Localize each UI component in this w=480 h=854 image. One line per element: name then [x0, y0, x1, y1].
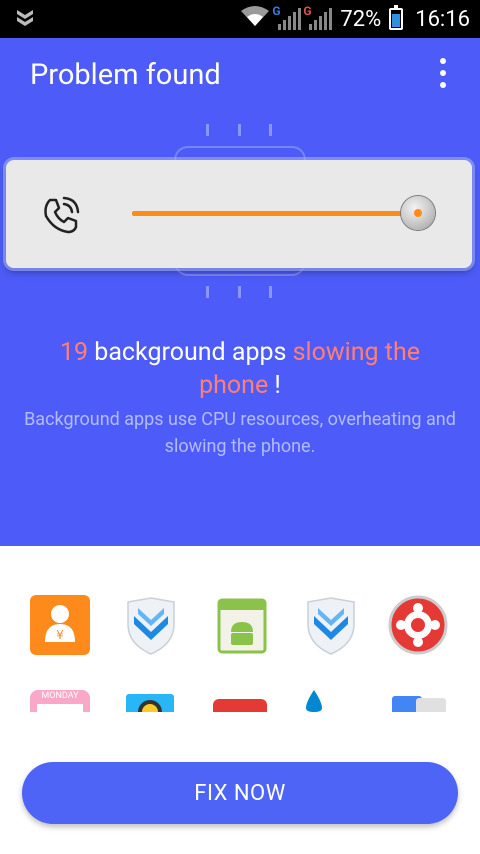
progress-knob	[401, 196, 435, 230]
chip-pins-top	[206, 124, 272, 136]
calendar-label: MONDAY	[41, 691, 79, 701]
status-bar: G G 72% 16:16	[0, 0, 480, 38]
shield-app-icon	[120, 594, 182, 656]
calendar-app-icon: MONDAY	[29, 690, 91, 712]
result-panel: Problem found 19 background apps slowing…	[0, 38, 480, 546]
red-circle-app-icon	[387, 594, 449, 656]
scan-card	[6, 160, 472, 268]
phone-call-icon	[44, 196, 80, 234]
more-vert-icon[interactable]	[436, 58, 450, 92]
translate-app-icon	[392, 696, 454, 712]
drop-app-icon	[302, 690, 364, 712]
battery-icon	[389, 5, 404, 30]
signal-icon-sim1: G	[272, 4, 302, 30]
notification-icon	[16, 8, 34, 34]
android-app-icon	[211, 594, 273, 656]
chip-pins-bottom	[206, 286, 272, 298]
page-title: Problem found	[30, 58, 221, 92]
problem-description: Background apps use CPU resources, overh…	[24, 409, 456, 457]
scan-progress-bar	[132, 211, 422, 216]
svg-text:¥: ¥	[56, 628, 64, 642]
wallet-app-icon: ¥	[29, 594, 91, 656]
signal-icon-sim2: G	[303, 4, 333, 30]
problem-headline: 19 background apps slowing the phone !	[59, 338, 420, 400]
app-count: 19	[59, 338, 89, 367]
wifi-icon	[240, 5, 270, 33]
camera-app-icon	[126, 694, 188, 712]
battery-percent: 72%	[340, 6, 382, 32]
fix-now-button[interactable]: FIX NOW	[22, 762, 458, 824]
clock: 16:16	[415, 6, 470, 32]
shield-app-icon-2	[300, 594, 362, 656]
app-grid-row-2: MONDAY	[0, 690, 480, 712]
youtube-app-icon	[213, 698, 275, 712]
